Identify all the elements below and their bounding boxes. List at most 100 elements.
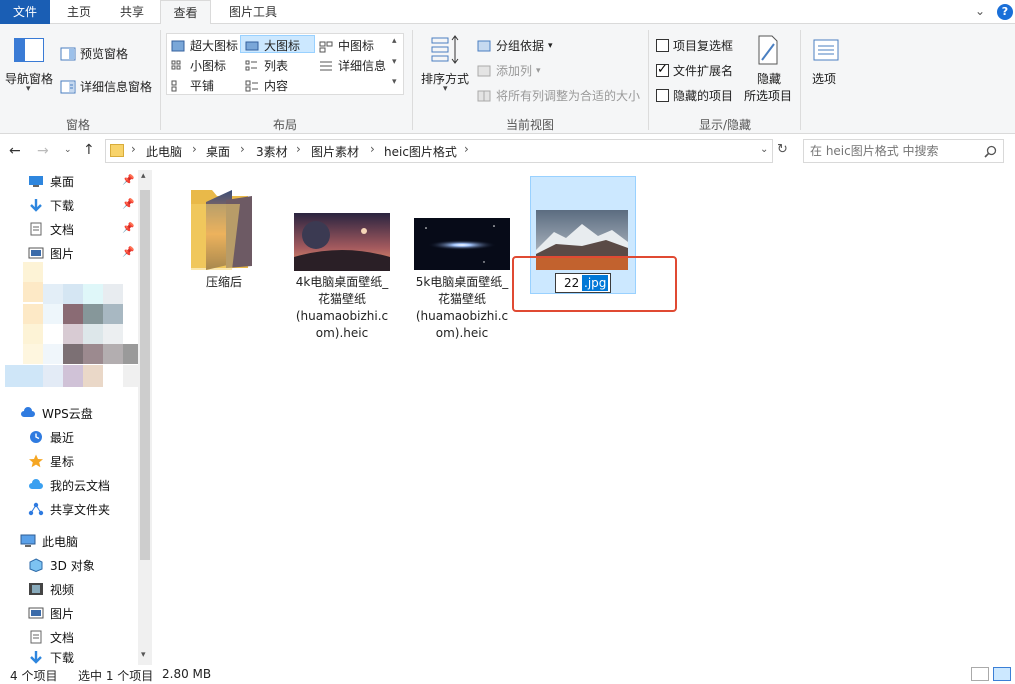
layout-extra-large-icons[interactable]: 超大图标	[170, 37, 238, 54]
file-extensions-toggle[interactable]: 文件扩展名	[656, 62, 733, 79]
refresh-icon[interactable]: ↻	[777, 142, 788, 157]
layout-details[interactable]: 详细信息	[318, 57, 386, 74]
breadcrumb-this-pc[interactable]: 此电脑	[146, 143, 182, 160]
file-thumbnail-planet[interactable]	[294, 213, 390, 271]
search-input[interactable]	[808, 142, 978, 160]
nav-starred[interactable]: 星标	[28, 451, 74, 471]
group-by-button[interactable]: 分组依据 ▾	[476, 37, 553, 54]
breadcrumb-separator[interactable]: ›	[296, 142, 301, 156]
nav-this-pc[interactable]: 此电脑	[20, 531, 78, 551]
breadcrumb-separator[interactable]: ›	[131, 142, 136, 156]
breadcrumb-separator[interactable]: ›	[240, 142, 245, 156]
preview-pane-button[interactable]: 预览窗格	[60, 45, 128, 62]
file-thumbnail-galaxy[interactable]	[414, 218, 510, 270]
add-columns-button[interactable]: 添加列 ▾	[476, 62, 541, 79]
file-item-folder[interactable]: 压缩后	[186, 180, 262, 295]
pin-icon[interactable]: 📌	[122, 223, 134, 234]
file-extensions-checkbox[interactable]	[656, 62, 669, 77]
nav-label: WPS云盘	[42, 406, 93, 421]
nav-quick-pictures[interactable]: 图片	[28, 243, 74, 263]
tab-share[interactable]: 共享	[108, 0, 156, 24]
large-icons-view-icon[interactable]	[993, 667, 1011, 681]
nav-label: 我的云文档	[50, 478, 111, 493]
scroll-down-icon[interactable]: ▾	[141, 650, 146, 660]
layout-tiles[interactable]: 平铺	[170, 77, 214, 94]
nav-wps-cloud[interactable]: WPS云盘	[20, 403, 93, 423]
layout-list[interactable]: 列表	[244, 57, 288, 74]
address-dropdown-icon[interactable]: ⌄	[760, 144, 768, 155]
tab-file[interactable]: 文件	[0, 0, 50, 24]
size-all-columns-button[interactable]: 将所有列调整为合适的大小	[476, 87, 640, 104]
layout-content[interactable]: 内容	[244, 77, 288, 94]
document-icon	[30, 222, 42, 236]
preview-pane-icon	[60, 47, 76, 60]
hide-selected-label-2[interactable]: 所选项目	[744, 87, 792, 104]
tab-home[interactable]: 主页	[55, 0, 103, 24]
breadcrumb-image-materials[interactable]: 图片素材	[311, 143, 359, 160]
breadcrumb-separator[interactable]: ›	[192, 142, 197, 156]
search-box[interactable]	[803, 139, 1004, 163]
group-by-label: 分组依据	[496, 39, 545, 53]
nav-shared-folders[interactable]: 共享文件夹	[28, 499, 110, 519]
recent-locations-icon[interactable]: ⌄	[64, 145, 72, 155]
file-name-line: 花猫壁纸	[437, 292, 486, 306]
nav-quick-downloads[interactable]: 下载	[28, 195, 74, 215]
hidden-items-toggle[interactable]: 隐藏的项目	[656, 87, 733, 104]
file-name-line: 花猫壁纸	[317, 292, 366, 306]
group-current-view-title: 当前视图	[505, 118, 554, 132]
forward-arrow-icon[interactable]: →	[37, 143, 49, 159]
up-arrow-icon[interactable]: ↑	[83, 142, 95, 158]
nav-my-cloud-docs[interactable]: 我的云文档	[28, 475, 110, 495]
file-name-galaxy[interactable]: 5k电脑桌面壁纸_ 花猫壁纸 (huamaobizhi.c om).heic	[410, 274, 514, 342]
tab-picture-tools[interactable]: 图片工具	[218, 0, 288, 24]
pin-icon[interactable]: 📌	[122, 247, 134, 258]
hide-selected-label-1: 隐藏	[756, 72, 781, 86]
details-pane-button[interactable]: 详细信息窗格	[60, 78, 152, 95]
details-view-icon[interactable]	[971, 667, 989, 681]
options-button[interactable]: 选项	[812, 70, 836, 87]
extra-large-icons-icon	[171, 40, 185, 51]
item-checkboxes-toggle[interactable]: 项目复选框	[656, 37, 733, 54]
breadcrumb-separator[interactable]: ›	[370, 142, 375, 156]
back-arrow-icon[interactable]: ←	[9, 143, 21, 159]
gallery-expand-icon[interactable]: ▾	[392, 77, 397, 87]
layout-large-label: 大图标	[264, 39, 301, 53]
chevron-down-icon: ▾	[536, 65, 541, 76]
pin-icon[interactable]: 📌	[122, 175, 134, 186]
breadcrumb-heic-folder[interactable]: heic图片格式	[384, 143, 457, 160]
nav-quick-documents[interactable]: 文档	[28, 219, 74, 239]
nav-pc-documents[interactable]: 文档	[28, 627, 74, 647]
layout-small-icons[interactable]: 小图标	[170, 57, 226, 74]
address-bar[interactable]: › 此电脑 › 桌面 › 3素材 › 图片素材 › heic图片格式 › ⌄	[105, 139, 773, 163]
breadcrumb-separator[interactable]: ›	[464, 142, 469, 156]
breadcrumb-desktop[interactable]: 桌面	[206, 143, 230, 160]
scroll-up-icon[interactable]: ▴	[141, 171, 146, 181]
gallery-scroll-up-icon[interactable]: ▴	[392, 36, 397, 46]
search-icon[interactable]	[984, 145, 997, 158]
layout-large-icons[interactable]: 大图标	[244, 37, 300, 54]
pin-icon[interactable]: 📌	[122, 199, 134, 210]
nav-scrollbar-thumb[interactable]	[140, 190, 150, 560]
file-name-planet[interactable]: 4k电脑桌面壁纸_ 花猫壁纸 (huamaobizhi.c om).heic	[290, 274, 394, 342]
details-pane-icon	[60, 80, 76, 93]
tab-view[interactable]: 查看	[160, 0, 211, 25]
help-icon[interactable]: ?	[997, 4, 1013, 20]
nav-3d-objects[interactable]: 3D 对象	[28, 555, 95, 575]
status-selection: 选中 1 个项目	[78, 669, 154, 683]
nav-recent[interactable]: 最近	[28, 427, 74, 447]
nav-pc-pictures[interactable]: 图片	[28, 603, 74, 623]
highlight-box	[512, 256, 677, 312]
collapse-ribbon-icon[interactable]: ⌄	[975, 4, 985, 18]
nav-pc-downloads[interactable]: 下载	[28, 650, 74, 664]
layout-medium-icons[interactable]: 中图标	[318, 37, 374, 54]
hide-selected-button[interactable]: 隐藏	[746, 70, 792, 87]
nav-label: 图片	[50, 246, 75, 261]
ribbon-separator	[412, 30, 413, 130]
nav-quick-desktop[interactable]: 桌面	[28, 171, 74, 191]
breadcrumb-materials[interactable]: 3素材	[256, 143, 288, 160]
gallery-scroll-down-icon[interactable]: ▾	[392, 57, 397, 67]
item-checkboxes-checkbox[interactable]	[656, 39, 669, 52]
desktop-icon	[29, 176, 43, 187]
nav-videos[interactable]: 视频	[28, 579, 74, 599]
hidden-items-checkbox[interactable]	[656, 89, 669, 102]
